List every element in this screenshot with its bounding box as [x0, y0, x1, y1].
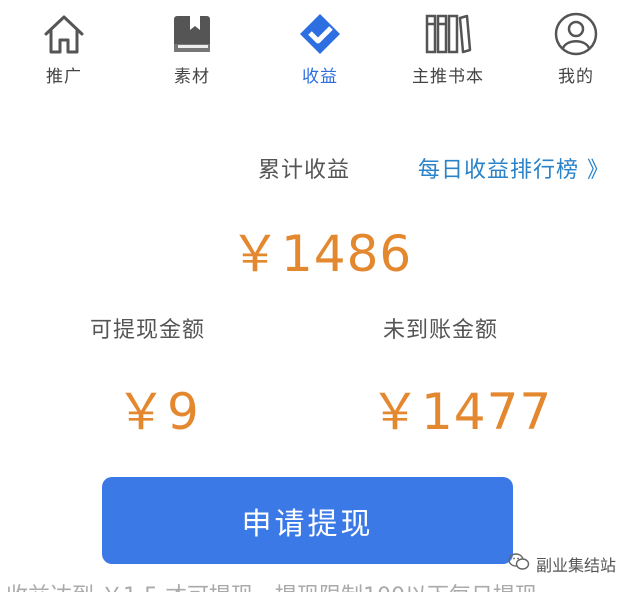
- tab-me[interactable]: 我的: [512, 0, 640, 92]
- wechat-icon: [508, 552, 530, 576]
- tab-materials[interactable]: 素材: [128, 0, 256, 92]
- tab-featured-books-label: 主推书本: [412, 67, 484, 87]
- diamond-icon: [296, 10, 344, 58]
- total-earnings-label: 累计收益: [258, 158, 351, 183]
- daily-ranking-link[interactable]: 每日收益排行榜 》: [418, 152, 610, 184]
- book-icon: [168, 10, 216, 58]
- withdrawable-value: ￥9: [116, 383, 200, 441]
- withdrawable-label: 可提现金额: [90, 318, 206, 343]
- books-icon: [424, 10, 472, 58]
- total-earnings-value: ￥1486: [230, 225, 413, 283]
- bottom-tab-bar: 推广 素材 收益 主推书本 我的: [0, 0, 640, 92]
- tab-earnings[interactable]: 收益: [256, 0, 384, 92]
- home-icon: [40, 10, 88, 58]
- apply-withdraw-button[interactable]: 申请提现: [102, 477, 513, 564]
- tab-materials-label: 素材: [174, 67, 210, 87]
- withdraw-rules-note: 收益达到 ￥1.5 才可提现，提现限制100以下每日提现: [6, 578, 626, 592]
- watermark: 副业集结站: [508, 552, 616, 576]
- watermark-text: 副业集结站: [536, 556, 617, 575]
- tab-me-label: 我的: [558, 67, 594, 87]
- tab-promote-label: 推广: [46, 67, 82, 87]
- tab-featured-books[interactable]: 主推书本: [384, 0, 512, 92]
- tab-promote[interactable]: 推广: [0, 0, 128, 92]
- user-icon: [552, 10, 600, 58]
- pending-label: 未到账金额: [383, 318, 499, 343]
- pending-value: ￥1477: [370, 383, 553, 441]
- tab-earnings-label: 收益: [302, 67, 338, 87]
